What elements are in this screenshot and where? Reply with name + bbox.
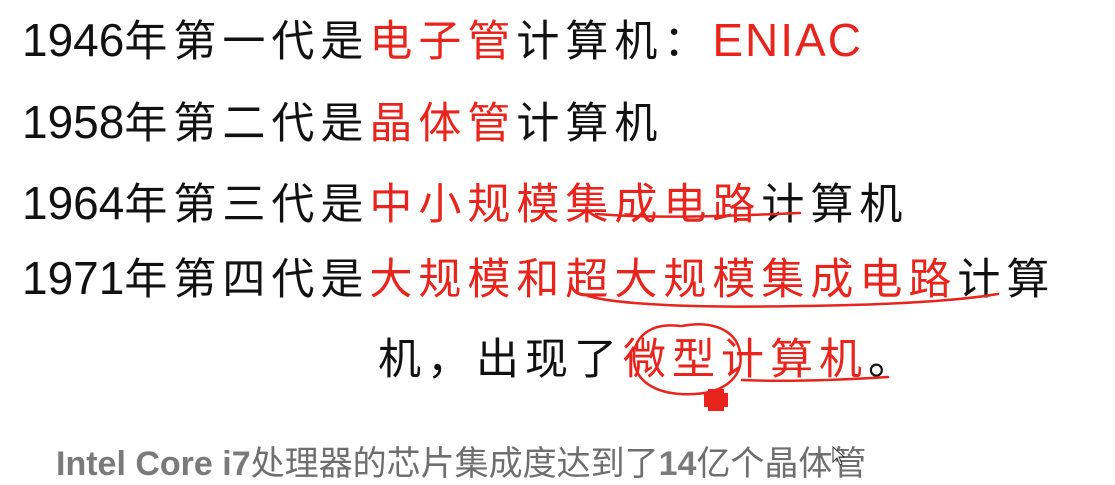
line-1946: 1946年第一代是电子管计算机：ENIAC — [22, 14, 863, 68]
line-micro-suffix: 。 — [868, 335, 917, 385]
mouse-cursor-icon — [832, 446, 846, 466]
line-1964-prefix: 年第三代是 — [124, 180, 370, 230]
line-1958-prefix: 年第二代是 — [124, 99, 370, 149]
term-vacuum-tube: 电子管 — [369, 17, 517, 67]
red-plus-pen-icon — [704, 389, 728, 411]
year-1964: 1964 — [22, 177, 125, 229]
line-microcomputer: 机，出现了微型计算机。 — [378, 334, 917, 386]
year-1958: 1958 — [22, 96, 125, 148]
line-1958: 1958年第二代是晶体管计算机 — [22, 96, 663, 150]
term-microcomputer: 微型计算机 — [623, 335, 868, 385]
line-1946-prefix: 年第一代是 — [124, 17, 370, 67]
line-1964-suffix: 计算机 — [761, 180, 909, 230]
line-micro-prefix: 机，出现了 — [378, 335, 623, 385]
term-small-medium-ic: 中小规模集成电路 — [369, 180, 762, 230]
term-large-scale: 大规模和 — [369, 255, 566, 305]
pen-annotations — [586, 211, 1000, 411]
line-1971-prefix: 年第四代是 — [124, 255, 370, 305]
footer-brand: Intel Core i7 — [56, 445, 251, 483]
term-eniac: ENIAC — [712, 14, 863, 66]
slide: 1946年第一代是电子管计算机：ENIAC 1958年第二代是晶体管计算机 19… — [0, 0, 1115, 485]
line-1971-suffix: 计算 — [957, 255, 1056, 305]
line-1958-suffix: 计算机 — [516, 99, 664, 149]
line-1946-suffix: 计算机： — [516, 17, 713, 67]
footer-caption: Intel Core i7处理器的芯片集成度达到了14亿个晶体管 — [56, 436, 866, 485]
term-transistor: 晶体管 — [369, 99, 517, 149]
term-very-large-scale-ic: 超大规模集成电路 — [565, 255, 958, 305]
year-1946: 1946 — [22, 14, 125, 66]
footer-number: 14 — [658, 445, 697, 483]
line-1964: 1964年第三代是中小规模集成电路计算机 — [22, 177, 908, 231]
footer-text: 处理器的芯片集成度达到了 — [250, 444, 659, 484]
line-1971: 1971年第四代是大规模和超大规模集成电路计算 — [22, 252, 1055, 306]
year-1971: 1971 — [22, 252, 125, 304]
